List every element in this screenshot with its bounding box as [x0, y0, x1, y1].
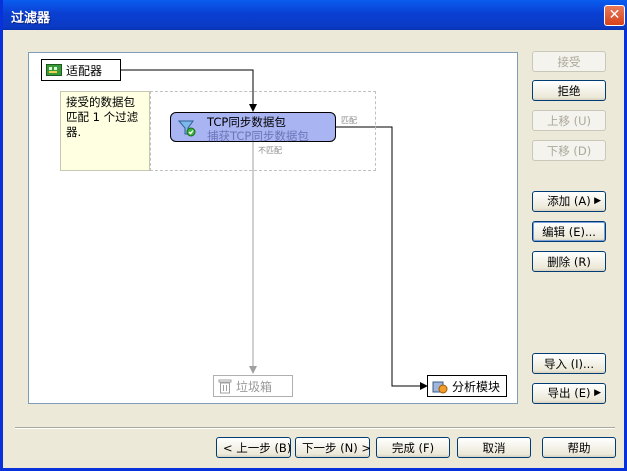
- filter-dialog: 过滤器 ✕ 适配器 接受的数据包 匹配 1 个过滤 器. TCP同步数据包 捕获…: [0, 0, 627, 471]
- close-button[interactable]: ✕: [604, 5, 625, 26]
- help-button[interactable]: 帮助: [542, 437, 616, 458]
- trash-node[interactable]: 垃圾箱: [213, 375, 293, 397]
- analysis-module-label: 分析模块: [452, 379, 501, 394]
- accepted-packets-description: 接受的数据包 匹配 1 个过滤 器.: [60, 91, 150, 171]
- export-button[interactable]: 导出 (E) ▶: [532, 383, 606, 404]
- move-down-button[interactable]: 下移 (D): [532, 140, 606, 161]
- nomatch-label: 不匹配: [258, 146, 282, 155]
- filter-funnel-icon: [178, 120, 196, 137]
- finish-button[interactable]: 完成 (F): [376, 437, 450, 458]
- add-button-label: 添加 (A): [547, 194, 591, 208]
- import-button[interactable]: 导入 (I)...: [532, 353, 606, 374]
- trash-can-icon: [218, 379, 232, 393]
- analysis-module-node[interactable]: 分析模块: [427, 375, 507, 397]
- back-button[interactable]: < 上一步 (B): [216, 437, 291, 458]
- adapter-node[interactable]: 适配器: [41, 59, 121, 81]
- title-bar: 过滤器 ✕: [3, 0, 627, 30]
- cancel-button[interactable]: 取消: [457, 437, 531, 458]
- delete-button[interactable]: 删除 (R): [532, 251, 606, 272]
- move-up-button[interactable]: 上移 (U): [532, 110, 606, 131]
- analysis-module-icon: [432, 381, 448, 393]
- trash-label: 垃圾箱: [236, 379, 273, 394]
- filter-diagram-canvas[interactable]: 适配器 接受的数据包 匹配 1 个过滤 器. TCP同步数据包 捕获TCP同步数…: [28, 52, 518, 404]
- adapter-label: 适配器: [66, 63, 103, 78]
- filter-node-tcp-syn[interactable]: TCP同步数据包 捕获TCP同步数据包: [170, 112, 336, 143]
- close-icon: ✕: [608, 7, 621, 23]
- accept-button[interactable]: 接受: [532, 51, 606, 72]
- submenu-arrow-icon: ▶: [594, 196, 601, 206]
- add-button[interactable]: 添加 (A) ▶: [532, 191, 606, 212]
- submenu-arrow-icon: ▶: [594, 388, 601, 398]
- edit-button[interactable]: 编辑 (E)...: [532, 221, 606, 242]
- next-button[interactable]: 下一步 (N) >: [295, 437, 371, 458]
- network-adapter-icon: [46, 64, 62, 76]
- footer-separator: [15, 427, 615, 429]
- window-title: 过滤器: [11, 11, 51, 26]
- reject-button[interactable]: 拒绝: [532, 80, 606, 101]
- filter-subtitle: 捕获TCP同步数据包: [207, 129, 309, 143]
- match-label: 匹配: [341, 116, 357, 125]
- export-button-label: 导出 (E): [547, 386, 591, 400]
